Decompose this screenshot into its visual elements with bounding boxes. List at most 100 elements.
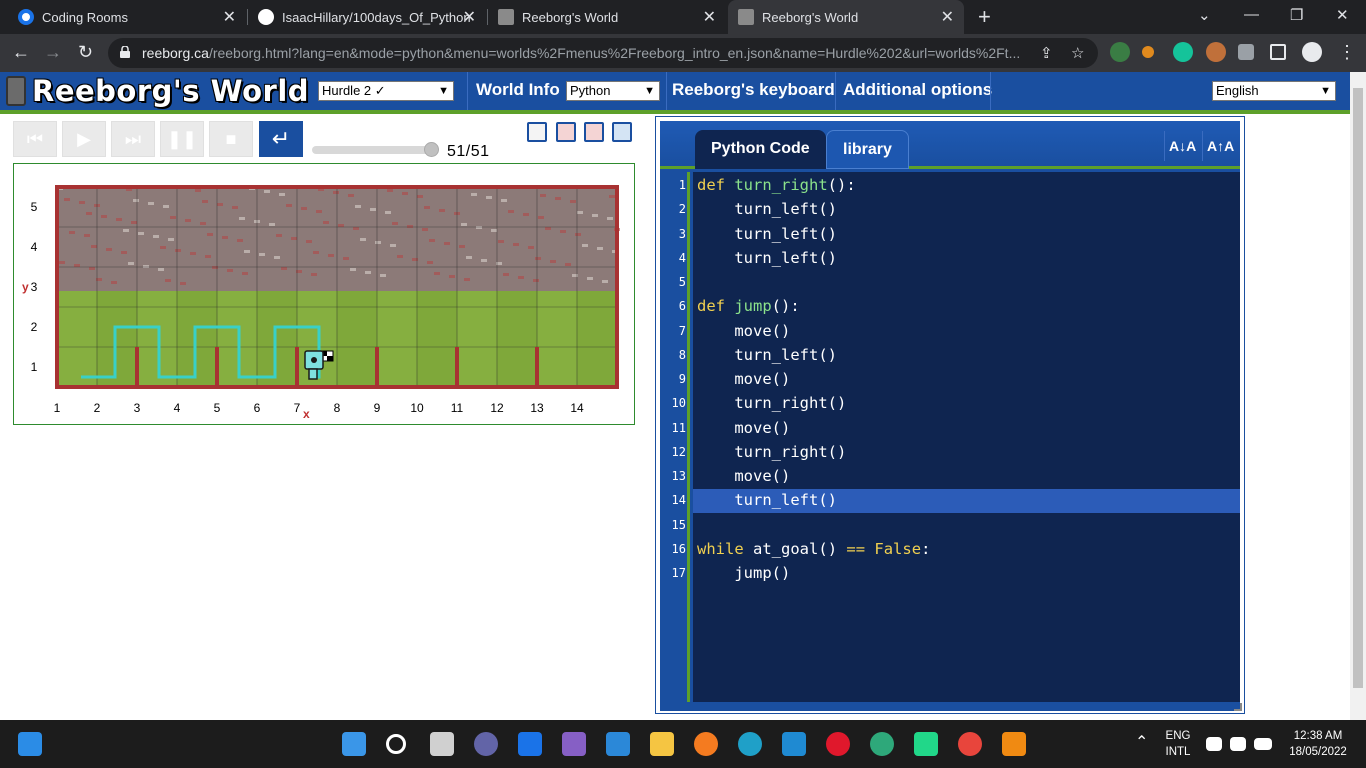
vlc-icon[interactable] <box>1002 732 1026 756</box>
store-icon[interactable] <box>606 732 630 756</box>
side-panel-icon[interactable] <box>1270 44 1286 60</box>
mail-icon[interactable] <box>518 732 542 756</box>
pycharm-icon[interactable] <box>914 732 938 756</box>
mode-select[interactable]: Python ▼ <box>566 81 660 101</box>
chevron-up-icon[interactable]: ⌃ <box>1135 732 1148 752</box>
chrome-menu-icon[interactable]: ⋮ <box>1338 42 1356 63</box>
grammarly-icon[interactable] <box>1173 42 1193 62</box>
language-indicator[interactable]: ENG <box>1160 730 1196 742</box>
x-tick-label: 8 <box>334 401 341 415</box>
restore-button[interactable]: ❐ <box>1290 6 1303 24</box>
puzzle-icon[interactable] <box>1238 44 1254 60</box>
line-number: 7 <box>678 323 686 338</box>
crowd-speck <box>163 205 169 208</box>
close-icon[interactable]: ✕ <box>703 7 716 27</box>
edge-icon[interactable] <box>738 732 762 756</box>
wifi-icon[interactable] <box>1206 737 1222 751</box>
resize-handle[interactable] <box>1234 703 1242 711</box>
start-menu-icon[interactable] <box>342 732 366 756</box>
extension-icon[interactable] <box>1110 42 1130 62</box>
edit-world-icon[interactable] <box>612 122 632 142</box>
windows-start-icon[interactable] <box>18 732 42 756</box>
run-button[interactable]: ▶ <box>62 121 106 157</box>
line-number: 9 <box>678 372 686 386</box>
share-icon[interactable]: ⇪ <box>1040 44 1053 62</box>
speed-slider-thumb[interactable] <box>424 142 439 157</box>
code-line[interactable]: def turn_right(): <box>697 176 856 194</box>
reload-button[interactable]: ↻ <box>78 42 93 63</box>
world-select[interactable]: Hurdle 2 ✓ ▼ <box>318 81 454 101</box>
close-icon[interactable]: ✕ <box>463 7 476 27</box>
keyboard-button[interactable]: Reeborg's keyboard <box>672 80 835 100</box>
wall-tool-icon[interactable] <box>556 122 576 142</box>
reload-world-button[interactable]: ↵ <box>259 121 303 157</box>
forward-button[interactable]: → <box>44 42 62 63</box>
code-line[interactable]: move() <box>697 322 790 340</box>
language-indicator-sub[interactable]: INTL <box>1160 746 1196 758</box>
profile-icon[interactable] <box>1302 42 1322 62</box>
visual-studio-icon[interactable] <box>562 732 586 756</box>
app-icon[interactable] <box>870 732 894 756</box>
bookmark-star-icon[interactable]: ☆ <box>1071 44 1084 62</box>
code-line[interactable]: turn_left() <box>697 491 837 509</box>
tab-reeborg-1[interactable]: Reeborg's World ✕ <box>488 0 726 34</box>
tab-reeborg-2[interactable]: Reeborg's World ✕ <box>728 0 964 34</box>
new-tab-button[interactable]: + <box>978 4 991 30</box>
minimize-button[interactable]: — <box>1244 6 1259 23</box>
tab-coding-rooms[interactable]: Coding Rooms ✕ <box>8 0 246 34</box>
code-line[interactable]: while at_goal() == False: <box>697 540 930 558</box>
crowd-speck <box>190 252 196 255</box>
additional-options-button[interactable]: Additional options <box>843 80 992 100</box>
code-line[interactable]: move() <box>697 467 790 485</box>
tab-library[interactable]: library <box>826 130 909 169</box>
close-icon[interactable]: ✕ <box>941 7 954 27</box>
step-button[interactable]: ⏭ <box>111 121 155 157</box>
address-bar[interactable]: reeborg.ca/reeborg.html?lang=en&mode=pyt… <box>108 38 1098 68</box>
cookie-icon[interactable] <box>1206 42 1226 62</box>
language-select[interactable]: English ▼ <box>1212 81 1336 101</box>
code-line[interactable]: move() <box>697 370 790 388</box>
code-editor[interactable]: def turn_right(): turn_left() turn_left(… <box>693 172 1240 702</box>
scrollbar-thumb[interactable] <box>1353 88 1363 688</box>
app-icon[interactable] <box>694 732 718 756</box>
crowd-speck <box>390 244 396 247</box>
code-line[interactable]: turn_left() <box>697 200 837 218</box>
opera-icon[interactable] <box>826 732 850 756</box>
code-line[interactable]: turn_left() <box>697 346 837 364</box>
reverse-step-button[interactable]: ⏮ <box>13 121 57 157</box>
flag-tool-icon[interactable] <box>584 122 604 142</box>
chrome-icon[interactable] <box>958 732 982 756</box>
decrease-font-button[interactable]: A↓A <box>1164 131 1200 161</box>
world-info-button[interactable]: World Info <box>476 80 560 100</box>
tab-search-icon[interactable]: ⌄ <box>1198 6 1211 24</box>
code-line[interactable]: turn_right() <box>697 443 846 461</box>
clock-time[interactable]: 12:38 AM <box>1282 730 1354 742</box>
close-icon[interactable]: ✕ <box>223 7 236 27</box>
code-line[interactable]: def jump(): <box>697 297 800 315</box>
code-line[interactable]: turn_right() <box>697 394 846 412</box>
robot-tool-icon[interactable] <box>527 122 547 142</box>
tab-github[interactable]: IsaacHillary/100days_Of_Python ✕ <box>248 0 486 34</box>
extension-icon[interactable] <box>1142 46 1154 58</box>
chat-icon[interactable] <box>474 732 498 756</box>
speed-slider[interactable] <box>312 146 438 154</box>
search-icon[interactable] <box>386 734 406 754</box>
code-line[interactable]: jump() <box>697 564 790 582</box>
crowd-speck <box>343 257 349 260</box>
code-line[interactable]: turn_left() <box>697 225 837 243</box>
task-view-icon[interactable] <box>430 732 454 756</box>
volume-icon[interactable] <box>1230 737 1246 751</box>
clock-date[interactable]: 18/05/2022 <box>1282 746 1354 758</box>
stop-button[interactable]: ■ <box>209 121 253 157</box>
pause-button[interactable]: ❚❚ <box>160 121 204 157</box>
battery-icon[interactable] <box>1254 738 1272 750</box>
page-scrollbar[interactable] <box>1350 72 1366 720</box>
back-button[interactable]: ← <box>12 42 30 63</box>
increase-font-button[interactable]: A↑A <box>1202 131 1238 161</box>
vscode-icon[interactable] <box>782 732 806 756</box>
code-line[interactable]: move() <box>697 419 790 437</box>
code-line[interactable]: turn_left() <box>697 249 837 267</box>
tab-python-code[interactable]: Python Code <box>695 130 826 169</box>
close-window-button[interactable]: ✕ <box>1336 6 1349 24</box>
file-explorer-icon[interactable] <box>650 732 674 756</box>
